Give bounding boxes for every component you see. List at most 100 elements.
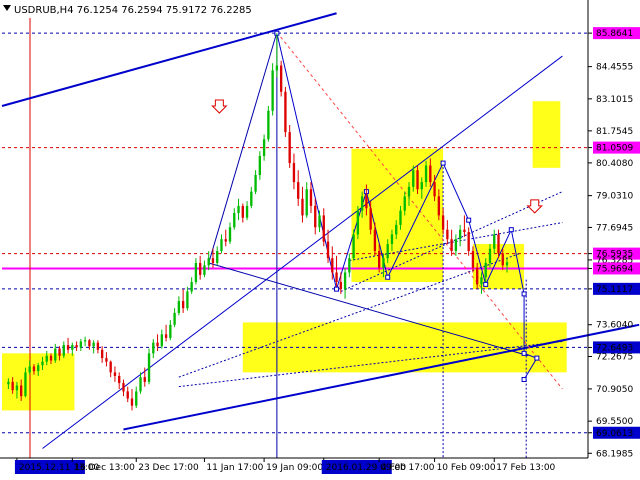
candle-body xyxy=(288,132,291,164)
candle-body xyxy=(135,391,138,406)
x-tick-label: 23 Dec 17:00 xyxy=(138,463,199,473)
x-tick-label: 11 Jan 17:00 xyxy=(206,463,263,473)
candle-body xyxy=(41,361,44,366)
candle-body xyxy=(83,340,87,342)
x-tick-label: 4 Feb 17:00 xyxy=(381,463,435,473)
candle-body xyxy=(450,239,453,252)
candle-body xyxy=(416,170,419,190)
candle-body xyxy=(58,348,61,356)
y-tick-label: 72.2675 xyxy=(596,353,633,363)
candle-body xyxy=(501,253,504,266)
candle-body xyxy=(458,229,462,240)
candle-body xyxy=(467,232,470,252)
y-tick-label: 75.9694 xyxy=(596,264,633,274)
candle-body xyxy=(365,196,368,209)
candle-body xyxy=(250,191,253,206)
wave-point-marker xyxy=(534,355,540,361)
candle-body xyxy=(318,215,321,228)
candle-body xyxy=(152,342,155,354)
candle-body xyxy=(216,251,219,263)
wave-point-marker xyxy=(521,291,527,297)
y-tick-label: 79.0310 xyxy=(596,192,633,202)
chart-title: USDRUB,H4 76.1254 76.2594 75.9172 76.228… xyxy=(14,5,252,16)
candle-body xyxy=(139,377,142,392)
candle-body xyxy=(301,198,304,216)
candle-body xyxy=(181,301,185,309)
y-tick-label: 68.1985 xyxy=(596,449,633,459)
wave-point-marker xyxy=(521,377,527,383)
candle-body xyxy=(262,139,266,156)
candle-body xyxy=(292,163,296,183)
candle-body xyxy=(156,342,159,347)
wave-point-marker xyxy=(385,274,391,280)
x-tick-label: 19 Jan 09:00 xyxy=(266,463,323,473)
candle-body xyxy=(284,91,287,133)
candle-body xyxy=(271,70,274,111)
candle-body xyxy=(309,189,313,206)
y-tick-label: 85.8641 xyxy=(596,29,633,39)
candle-body xyxy=(480,277,483,285)
candle-body xyxy=(71,345,74,350)
candle-body xyxy=(356,210,360,235)
candle-body xyxy=(143,377,146,382)
candle-body xyxy=(126,391,129,399)
candle-body xyxy=(28,366,31,373)
candle-body xyxy=(407,186,411,197)
candle-body xyxy=(403,196,406,211)
x-tick-label: 16 Dec 13:00 xyxy=(74,463,135,473)
candle-body xyxy=(339,282,342,290)
candle-body xyxy=(360,196,364,211)
candle-body xyxy=(399,210,402,225)
wave-point-marker xyxy=(466,217,472,223)
y-tick-label: 73.6040 xyxy=(596,321,633,331)
candle-body xyxy=(164,334,168,338)
candle-body xyxy=(488,248,492,263)
candle-body xyxy=(96,342,100,350)
y-tick-label: 80.4080 xyxy=(596,159,633,169)
candle-body xyxy=(20,385,23,397)
candle-body xyxy=(497,234,500,254)
candle-body xyxy=(169,324,172,338)
candle-body xyxy=(228,227,232,242)
candle-body xyxy=(122,383,125,392)
candle-body xyxy=(24,372,27,397)
candle-body xyxy=(377,251,381,268)
candle-body xyxy=(437,196,441,216)
candle-body xyxy=(424,165,428,183)
y-tick-label: 83.1015 xyxy=(596,95,633,105)
candle-body xyxy=(412,170,415,187)
candle-body xyxy=(62,345,65,356)
candle-body xyxy=(241,205,244,218)
candle-body xyxy=(160,334,163,347)
candle-body xyxy=(88,340,91,347)
y-tick-label: 81.0509 xyxy=(596,144,633,154)
y-tick-label: 75.1117 xyxy=(596,285,633,295)
candle-body xyxy=(454,239,458,252)
candle-body xyxy=(446,229,449,240)
candle-body xyxy=(49,355,53,361)
candle-body xyxy=(54,348,57,361)
candle-body xyxy=(224,239,227,242)
candle-body xyxy=(130,398,134,406)
candle-body xyxy=(352,234,355,259)
candle-body xyxy=(348,258,351,273)
candle-body xyxy=(395,224,398,235)
candle-body xyxy=(275,65,279,71)
candle-body xyxy=(335,272,338,282)
candle-body xyxy=(305,189,308,216)
candle-body xyxy=(493,234,496,249)
candle-body xyxy=(476,267,479,285)
candle-body xyxy=(433,182,436,197)
candle-body xyxy=(254,174,257,192)
x-tick-label: 17 Feb 13:00 xyxy=(496,463,555,473)
price-chart[interactable]: 85.8641 84.4555 83.1015 81.7545 81.0509 80.40… xyxy=(0,0,640,480)
candle-body xyxy=(207,258,210,266)
candle-body xyxy=(190,282,193,292)
candle-body xyxy=(279,65,283,92)
candle-body xyxy=(109,361,112,373)
candle-body xyxy=(118,375,121,384)
candle-body xyxy=(100,349,104,359)
candle-body xyxy=(75,345,78,348)
candle-body xyxy=(186,291,189,309)
y-tick-label: 70.9050 xyxy=(596,385,633,395)
